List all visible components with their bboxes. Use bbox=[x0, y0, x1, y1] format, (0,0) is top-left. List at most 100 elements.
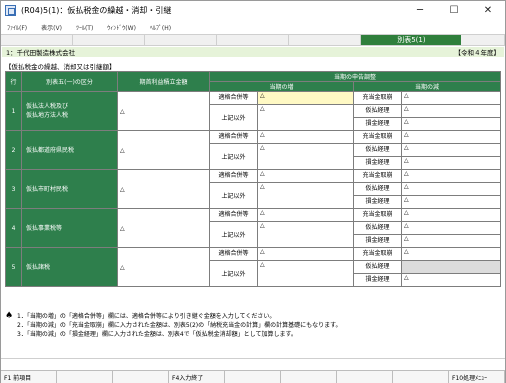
decrease-refund-label: 充当金取崩 bbox=[353, 169, 402, 183]
increase-merger-input[interactable]: △ bbox=[257, 247, 354, 261]
header-kind: 別表五(一)の区分 bbox=[21, 71, 118, 92]
increase-merger-input[interactable]: △ bbox=[257, 130, 354, 144]
menu-bar: ﾌｧｲﾙ(F) 表示(V) ﾂｰﾙ(T) ｳｨﾝﾄﾞｳ(W) ﾍﾙﾌﾟ(H) bbox=[1, 20, 505, 34]
company-name: 1：千代田製造株式会社 bbox=[6, 49, 76, 57]
function-key-bar: F1 前項目 F4入力終了 F10処理ﾒﾆｭｰ bbox=[1, 370, 505, 383]
status-bar bbox=[1, 358, 505, 370]
decrease-loss-input[interactable]: △ bbox=[400, 273, 502, 287]
row-label: 仮払都道府県民税 bbox=[21, 130, 118, 170]
decrease-refund-input[interactable]: △ bbox=[400, 91, 502, 105]
fkey-f5[interactable] bbox=[225, 371, 281, 383]
row-number: 4 bbox=[5, 208, 22, 248]
increase-other-input[interactable]: △ bbox=[257, 182, 354, 209]
increase-other-input[interactable]: △ bbox=[257, 260, 354, 287]
decrease-temp-input[interactable]: △ bbox=[400, 104, 502, 118]
decrease-temp-input[interactable]: △ bbox=[400, 182, 502, 196]
menu-window[interactable]: ｳｨﾝﾄﾞｳ(W) bbox=[107, 23, 136, 32]
row-label: 仮払法人税及び 仮払地方法人税 bbox=[21, 91, 118, 131]
decrease-loss-input[interactable]: △ bbox=[400, 195, 502, 209]
note-2: 2．「当期の減」の「充当金取崩」欄に入力された金額は、別表5(2)の「納税充当金… bbox=[17, 322, 342, 329]
row-number: 2 bbox=[5, 130, 22, 170]
window-controls: ─ ☐ ✕ bbox=[403, 1, 505, 20]
decrease-refund-input[interactable]: △ bbox=[400, 169, 502, 183]
table-row: 5 仮払諸税 △ 適格合併等 △ 充当金取崩 △ bbox=[5, 247, 502, 287]
row-number: 5 bbox=[5, 247, 22, 287]
decrease-refund-label: 充当金取崩 bbox=[353, 208, 402, 222]
menu-view[interactable]: 表示(V) bbox=[41, 23, 62, 32]
opening-amount[interactable]: △ bbox=[117, 130, 210, 170]
decrease-refund-label: 充当金取崩 bbox=[353, 247, 402, 261]
menu-help[interactable]: ﾍﾙﾌﾟ(H) bbox=[150, 23, 171, 32]
tab-empty bbox=[145, 35, 218, 45]
app-icon bbox=[5, 5, 16, 16]
increase-merger-input[interactable]: △ bbox=[257, 169, 354, 183]
fkey-f4[interactable]: F4入力終了 bbox=[169, 371, 225, 383]
increase-merger-label: 適格合併等 bbox=[209, 208, 258, 222]
note-1: 1．「当期の増」の「適格合併等」欄には、適格合併等により引き継ぐ金額を入力してく… bbox=[17, 313, 276, 320]
opening-amount[interactable]: △ bbox=[117, 208, 210, 248]
decrease-temp-input[interactable]: △ bbox=[400, 221, 502, 235]
menu-file[interactable]: ﾌｧｲﾙ(F) bbox=[7, 23, 27, 32]
fkey-f2[interactable] bbox=[57, 371, 113, 383]
tab-empty bbox=[1, 35, 74, 45]
fkey-f7[interactable] bbox=[337, 371, 393, 383]
opening-amount[interactable]: △ bbox=[117, 247, 210, 287]
row-number: 1 bbox=[5, 91, 22, 131]
header-increase: 当期の増 bbox=[209, 81, 354, 92]
tab-beppyo5-1[interactable]: 別表5(1) bbox=[361, 35, 462, 45]
table-row: 2 仮払都道府県民税 △ 適格合併等 △ 充当金取崩 △ bbox=[5, 130, 502, 170]
decrease-temp-input[interactable] bbox=[400, 260, 502, 274]
decrease-temp-label: 仮払経理 bbox=[353, 182, 402, 196]
decrease-temp-input[interactable]: △ bbox=[400, 143, 502, 157]
header-adjust: 当期の申告調整 bbox=[208, 71, 502, 82]
increase-merger-label: 適格合併等 bbox=[209, 130, 258, 144]
decrease-refund-input[interactable]: △ bbox=[400, 247, 502, 261]
increase-other-input[interactable]: △ bbox=[257, 104, 354, 131]
opening-amount[interactable]: △ bbox=[117, 169, 210, 209]
fkey-f8[interactable] bbox=[393, 371, 449, 383]
fkey-f10[interactable]: F10処理ﾒﾆｭｰ bbox=[449, 371, 505, 383]
menu-tools[interactable]: ﾂｰﾙ(T) bbox=[76, 23, 93, 32]
table-row: 3 仮払市町村民税 △ 適格合併等 △ 充当金取崩 △ bbox=[5, 169, 502, 209]
increase-merger-label: 適格合併等 bbox=[209, 91, 258, 105]
fkey-f3[interactable] bbox=[113, 371, 169, 383]
maximize-button[interactable]: ☐ bbox=[437, 1, 471, 20]
fkey-f1[interactable]: F1 前項目 bbox=[1, 371, 57, 383]
decrease-refund-input[interactable]: △ bbox=[400, 130, 502, 144]
window-title: (R04)5(1)：仮払税金の繰越・消却・引継 bbox=[21, 6, 172, 15]
decrease-loss-input[interactable]: △ bbox=[400, 234, 502, 248]
decrease-loss-label: 損金経理 bbox=[353, 156, 402, 170]
company-bar: 1：千代田製造株式会社 【令和４年度】 bbox=[2, 47, 504, 57]
increase-merger-label: 適格合併等 bbox=[209, 247, 258, 261]
spade-icon: ♠ bbox=[5, 311, 14, 321]
table-row: 1 仮払法人税及び 仮払地方法人税 △ 適格合併等 △ 充当金取崩 △ bbox=[5, 91, 502, 131]
minimize-button[interactable]: ─ bbox=[403, 1, 437, 20]
decrease-refund-label: 充当金取崩 bbox=[353, 91, 402, 105]
form-title: 【仮払税金の繰越、消却又は引継額】 bbox=[5, 63, 116, 71]
decrease-loss-input[interactable]: △ bbox=[400, 117, 502, 131]
increase-other-input[interactable]: △ bbox=[257, 221, 354, 248]
row-label: 仮払市町村民税 bbox=[21, 169, 118, 209]
fiscal-year: 【令和４年度】 bbox=[454, 49, 501, 57]
increase-other-label: 上記以外 bbox=[209, 104, 258, 131]
opening-amount[interactable]: △ bbox=[117, 91, 210, 131]
tab-empty bbox=[73, 35, 146, 45]
decrease-temp-label: 仮払経理 bbox=[353, 260, 402, 274]
header-opening: 期首利益積立金額 bbox=[117, 71, 210, 92]
decrease-loss-input[interactable]: △ bbox=[400, 156, 502, 170]
tax-table: 行 別表五(一)の区分 期首利益積立金額 当期の申告調整 当期の増 当期の減 1… bbox=[5, 71, 502, 287]
fkey-f6[interactable] bbox=[281, 371, 337, 383]
increase-other-input[interactable]: △ bbox=[257, 143, 354, 170]
decrease-temp-label: 仮払経理 bbox=[353, 104, 402, 118]
form-tab-bar: 別表5(1) bbox=[1, 34, 506, 46]
increase-other-label: 上記以外 bbox=[209, 143, 258, 170]
decrease-refund-label: 充当金取崩 bbox=[353, 130, 402, 144]
close-button[interactable]: ✕ bbox=[471, 1, 505, 20]
decrease-loss-label: 損金経理 bbox=[353, 117, 402, 131]
increase-merger-input[interactable]: △ bbox=[257, 91, 354, 105]
increase-merger-input[interactable]: △ bbox=[257, 208, 354, 222]
tab-empty bbox=[461, 35, 506, 45]
decrease-temp-label: 仮払経理 bbox=[353, 221, 402, 235]
decrease-refund-input[interactable]: △ bbox=[400, 208, 502, 222]
header-decrease: 当期の減 bbox=[352, 81, 502, 92]
